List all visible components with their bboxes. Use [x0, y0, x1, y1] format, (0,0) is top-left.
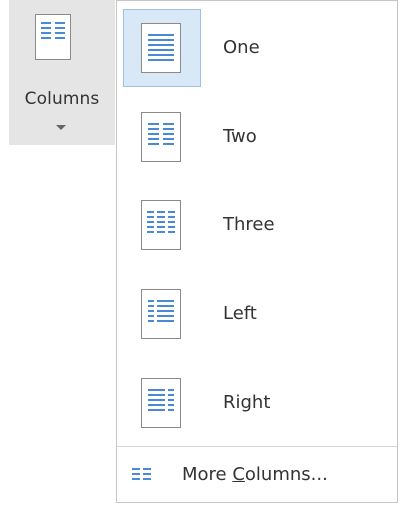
menu-item-right[interactable]: Right — [117, 356, 397, 442]
menu-item-right-tile — [123, 364, 201, 442]
more-columns-icon — [132, 466, 152, 485]
three-columns-icon — [141, 200, 181, 250]
left-column-icon — [141, 289, 181, 339]
menu-item-label: Left — [223, 303, 257, 324]
more-columns-label-suffix: olumns... — [244, 464, 328, 485]
two-columns-icon — [141, 112, 181, 162]
columns-dropdown-menu: One Two Three Left Right More Columns... — [116, 0, 398, 503]
menu-item-label: One — [223, 37, 260, 58]
menu-item-one-tile — [123, 9, 201, 87]
menu-item-three-tile — [123, 186, 201, 264]
chevron-down-icon — [56, 125, 66, 130]
more-columns-label-prefix: More — [182, 464, 233, 485]
menu-item-label: Three — [223, 214, 275, 235]
menu-item-label: Right — [223, 392, 271, 413]
columns-icon — [35, 14, 71, 64]
one-column-icon — [141, 23, 181, 73]
menu-item-two[interactable]: Two — [117, 90, 397, 176]
menu-item-three[interactable]: Three — [117, 178, 397, 264]
more-columns-menu-item[interactable]: More Columns... — [117, 447, 397, 503]
columns-ribbon-button[interactable]: Columns — [9, 0, 115, 145]
menu-item-left-tile — [123, 275, 201, 353]
more-columns-label: More Columns... — [182, 464, 328, 485]
menu-item-one[interactable]: One — [117, 1, 397, 87]
right-column-icon — [141, 378, 181, 428]
menu-item-left[interactable]: Left — [117, 267, 397, 353]
menu-item-two-tile — [123, 98, 201, 176]
columns-button-label: Columns — [24, 89, 100, 109]
more-columns-accelerator: C — [232, 464, 245, 485]
menu-item-label: Two — [223, 126, 257, 147]
